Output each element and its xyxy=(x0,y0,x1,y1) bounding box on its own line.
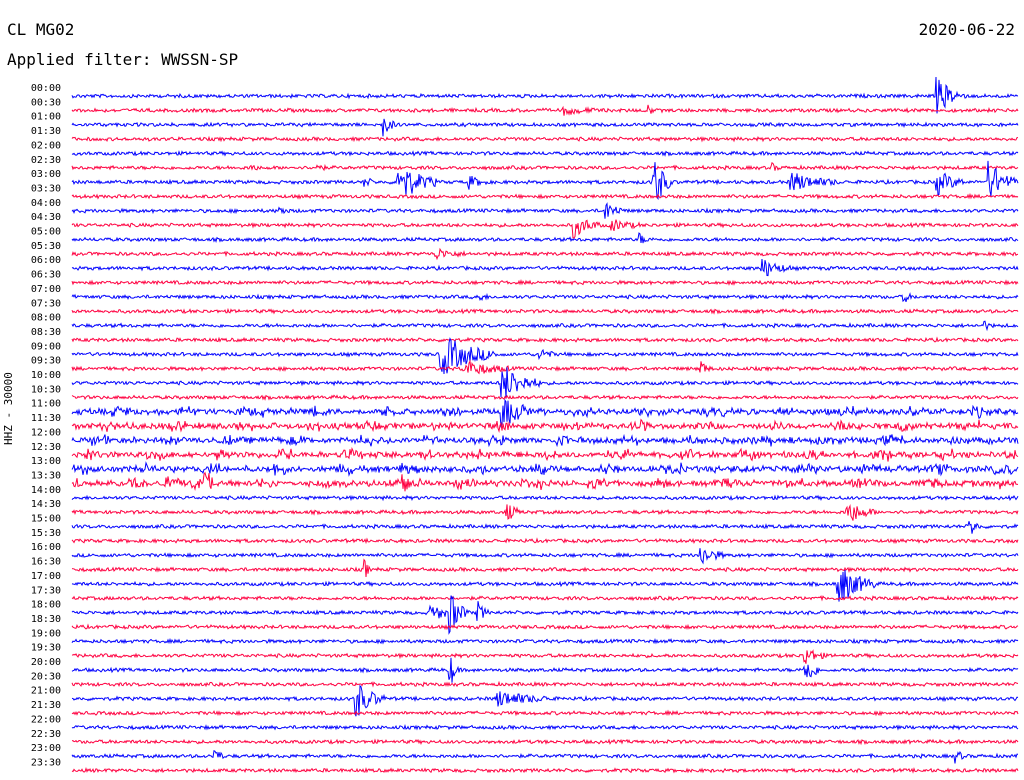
time-label: 17:00 xyxy=(31,571,61,582)
trace-line xyxy=(71,594,1019,602)
time-label: 10:00 xyxy=(31,370,61,381)
time-label: 18:30 xyxy=(31,614,61,625)
time-label: 07:00 xyxy=(31,284,61,295)
trace-line xyxy=(71,471,1019,492)
time-label: 13:30 xyxy=(31,470,61,481)
trace-line xyxy=(71,738,1019,746)
time-label: 10:30 xyxy=(31,384,61,395)
trace-line xyxy=(71,394,1019,401)
time-label: 06:00 xyxy=(31,255,61,266)
time-label: 11:30 xyxy=(31,413,61,424)
time-label: 12:30 xyxy=(31,442,61,453)
time-label: 11:00 xyxy=(31,399,61,410)
trace-line xyxy=(71,104,1019,116)
trace-line xyxy=(71,359,1019,375)
time-label: 00:30 xyxy=(31,97,61,108)
time-label: 20:30 xyxy=(31,671,61,682)
time-label: 13:00 xyxy=(31,456,61,467)
trace-line xyxy=(71,461,1019,477)
time-label: 16:00 xyxy=(31,542,61,553)
trace-line xyxy=(71,433,1019,448)
time-label: 23:00 xyxy=(31,743,61,754)
trace-line xyxy=(71,192,1019,200)
trace-line xyxy=(71,292,1019,303)
trace-line xyxy=(71,709,1019,717)
trace-line xyxy=(71,447,1019,462)
trace-line xyxy=(71,232,1019,244)
time-label: 05:00 xyxy=(31,227,61,238)
time-label: 08:30 xyxy=(31,327,61,338)
time-label: 01:30 xyxy=(31,126,61,137)
trace-line xyxy=(71,595,1019,635)
time-label: 02:30 xyxy=(31,155,61,166)
trace-line xyxy=(71,307,1019,315)
trace-line xyxy=(71,680,1019,688)
trace-line xyxy=(71,219,1019,239)
trace-line xyxy=(71,320,1019,332)
trace-line xyxy=(71,637,1019,645)
time-label: 04:00 xyxy=(31,198,61,209)
trace-line xyxy=(71,367,1019,399)
time-label: 01:00 xyxy=(31,112,61,123)
trace-line xyxy=(71,258,1019,277)
time-label: 20:00 xyxy=(31,657,61,668)
trace-line xyxy=(71,247,1019,261)
time-label: 22:30 xyxy=(31,729,61,740)
time-label: 08:00 xyxy=(31,313,61,324)
trace-line xyxy=(71,494,1019,502)
time-label: 19:30 xyxy=(31,643,61,654)
time-label: 23:30 xyxy=(31,757,61,768)
trace-line xyxy=(71,161,1019,172)
trace-line xyxy=(71,202,1019,219)
trace-line xyxy=(71,504,1019,521)
time-label: 06:30 xyxy=(31,270,61,281)
time-label: 21:30 xyxy=(31,700,61,711)
trace-line xyxy=(71,558,1019,578)
time-label: 18:00 xyxy=(31,600,61,611)
trace-line xyxy=(71,150,1019,157)
time-label: 19:00 xyxy=(31,628,61,639)
trace-line xyxy=(71,657,1019,683)
time-label: 17:30 xyxy=(31,585,61,596)
trace-line xyxy=(71,724,1019,731)
time-label: 09:30 xyxy=(31,356,61,367)
trace-line xyxy=(71,76,1019,114)
trace-line xyxy=(71,118,1019,137)
time-label: 14:00 xyxy=(31,485,61,496)
time-label: 03:30 xyxy=(31,183,61,194)
time-label: 22:00 xyxy=(31,714,61,725)
trace-line xyxy=(71,569,1019,602)
time-label: 04:30 xyxy=(31,212,61,223)
trace-line xyxy=(71,623,1019,631)
trace-line xyxy=(71,548,1019,565)
trace-line xyxy=(71,537,1019,545)
trace-line xyxy=(71,418,1019,434)
time-label: 15:30 xyxy=(31,528,61,539)
helicorder-plot: 00:00 00:30 01:00 01:30 02:00 02:30 03:00 03:30… xyxy=(31,76,1019,774)
trace-line xyxy=(71,279,1019,286)
trace-line xyxy=(71,649,1019,664)
time-label: 15:00 xyxy=(31,514,61,525)
time-label: 16:30 xyxy=(31,557,61,568)
trace-line xyxy=(71,521,1019,534)
trace-line xyxy=(71,135,1018,143)
trace-line xyxy=(71,767,1019,774)
time-label: 09:00 xyxy=(31,341,61,352)
time-label: 12:00 xyxy=(31,427,61,438)
time-label: 02:00 xyxy=(31,140,61,151)
trace-line xyxy=(71,750,1019,764)
time-label: 14:30 xyxy=(31,499,61,510)
time-label: 00:00 xyxy=(31,83,61,94)
time-label: 21:00 xyxy=(31,686,61,697)
time-label: 07:30 xyxy=(31,298,61,309)
trace-line xyxy=(71,336,1019,344)
time-label: 03:00 xyxy=(31,169,61,180)
time-label: 05:30 xyxy=(31,241,61,252)
